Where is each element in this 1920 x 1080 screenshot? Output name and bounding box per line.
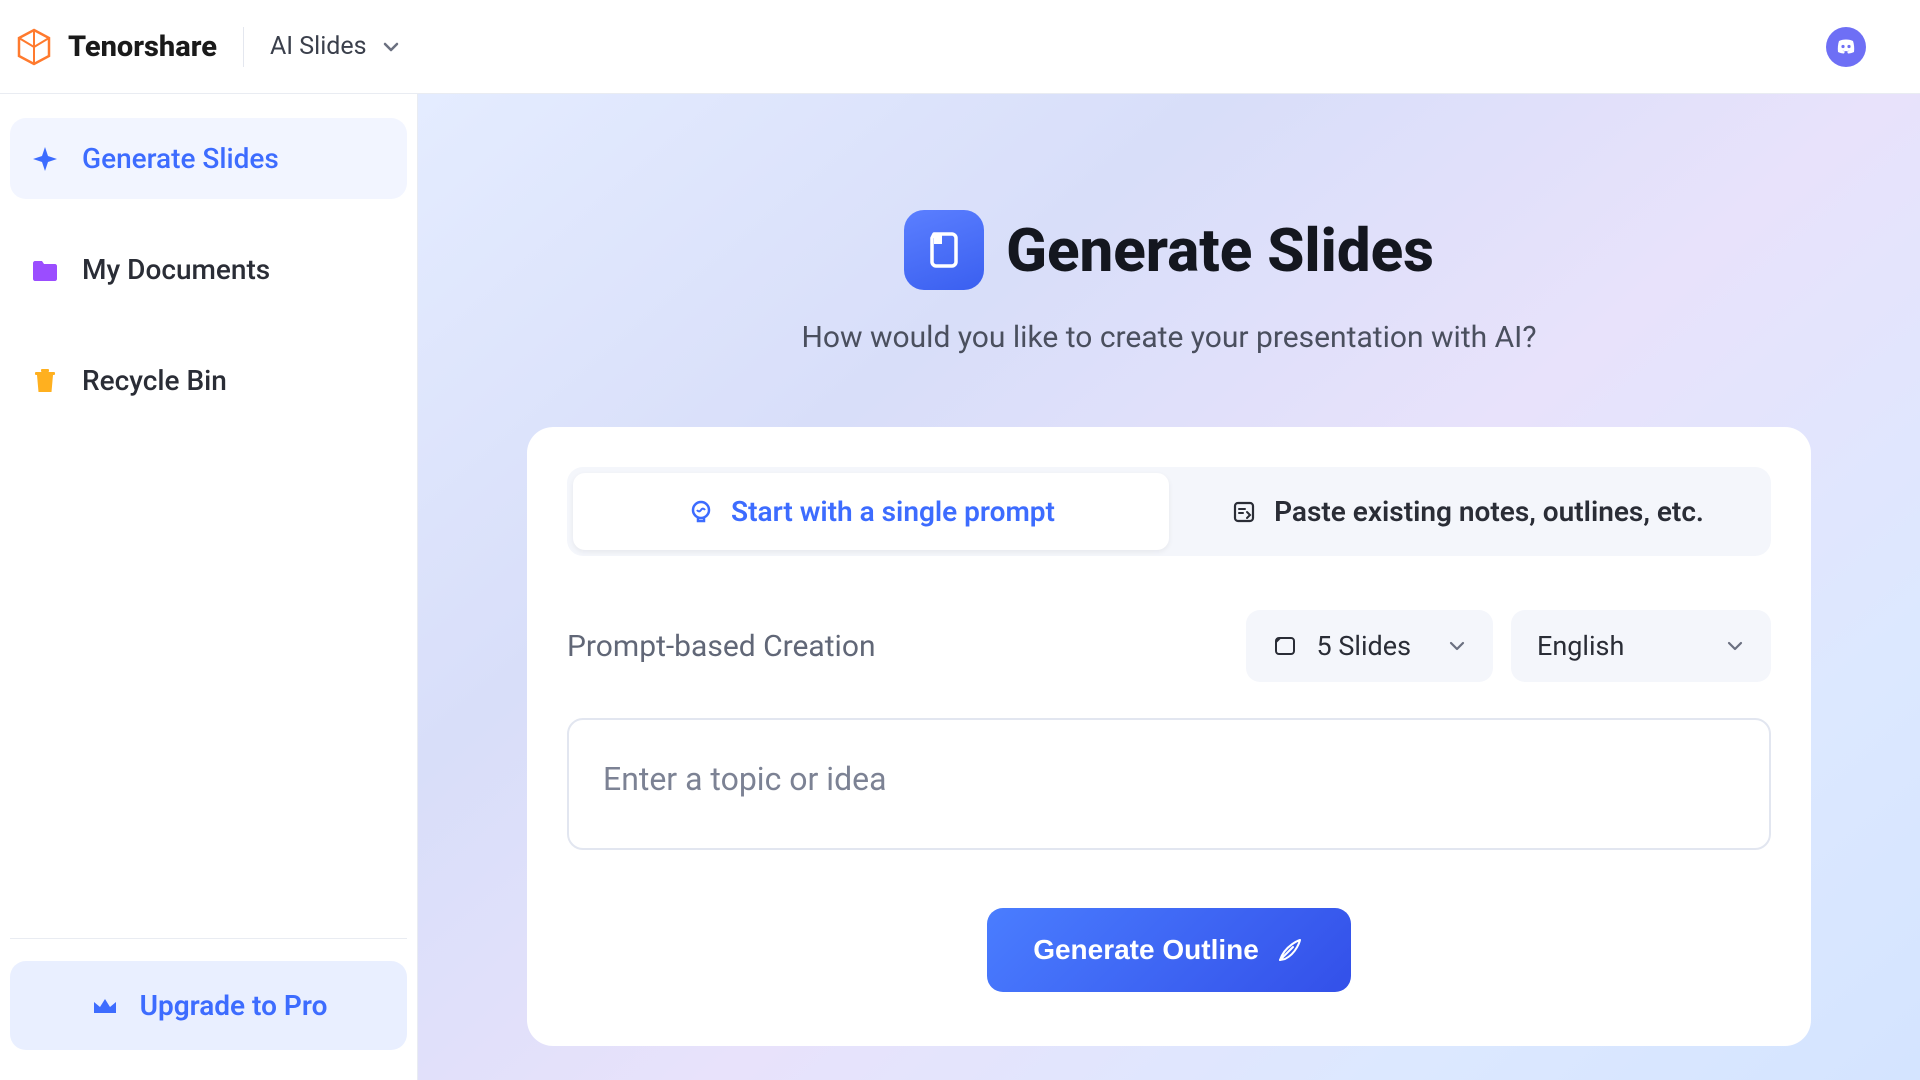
slides-count-select[interactable]: 5 Slides [1246,610,1493,682]
page-title: Generate Slides [1006,215,1434,286]
lightbulb-icon [687,498,715,526]
sidebar-item-label: Recycle Bin [82,364,227,397]
creation-tabs: Start with a single prompt Paste existin… [567,467,1771,556]
sidebar: Generate Slides My Documents Recycle Bin [0,94,418,1080]
trash-icon [30,366,60,396]
title-block: Generate Slides [904,210,1434,290]
app-icon [904,210,984,290]
paste-icon [1230,498,1258,526]
page-subtitle: How would you like to create your presen… [801,320,1536,355]
prompt-input[interactable] [567,718,1771,850]
header-divider [243,27,244,67]
language-select[interactable]: English [1511,610,1771,682]
slides-icon [922,228,966,272]
folder-icon [30,255,60,285]
sidebar-item-recycle-bin[interactable]: Recycle Bin [10,340,407,421]
sidebar-divider [10,938,407,939]
tab-label: Paste existing notes, outlines, etc. [1274,495,1704,528]
main-content: Generate Slides How would you like to cr… [418,94,1920,1080]
chevron-down-icon [1725,636,1745,656]
product-selector[interactable]: AI Slides [270,32,401,61]
discord-button[interactable] [1826,27,1866,67]
sidebar-item-generate-slides[interactable]: Generate Slides [10,118,407,199]
sparkle-icon [30,144,60,174]
product-name: AI Slides [270,32,367,61]
options-row: Prompt-based Creation 5 Slides English [567,610,1771,682]
brand-logo-icon [14,27,54,67]
slide-icon [1272,633,1298,659]
tab-label: Start with a single prompt [731,495,1055,528]
sidebar-item-label: Generate Slides [82,142,279,175]
sidebar-item-my-documents[interactable]: My Documents [10,229,407,310]
logo-block: Tenorshare [14,27,217,67]
brand-name: Tenorshare [68,30,217,64]
slides-count-value: 5 Slides [1316,630,1411,662]
generate-button-label: Generate Outline [1033,934,1259,966]
upgrade-label: Upgrade to Pro [140,989,328,1022]
chevron-down-icon [1447,636,1467,656]
generate-outline-button[interactable]: Generate Outline [987,908,1351,992]
feather-icon [1275,935,1305,965]
tab-single-prompt[interactable]: Start with a single prompt [573,473,1169,550]
crown-icon [90,991,120,1021]
section-label: Prompt-based Creation [567,629,1228,664]
sidebar-item-label: My Documents [82,253,270,286]
creation-card: Start with a single prompt Paste existin… [527,427,1811,1046]
tab-paste-notes[interactable]: Paste existing notes, outlines, etc. [1169,473,1765,550]
discord-icon [1834,35,1858,59]
header: Tenorshare AI Slides [0,0,1920,94]
chevron-down-icon [381,37,401,57]
upgrade-button[interactable]: Upgrade to Pro [10,961,407,1050]
language-value: English [1537,630,1624,662]
